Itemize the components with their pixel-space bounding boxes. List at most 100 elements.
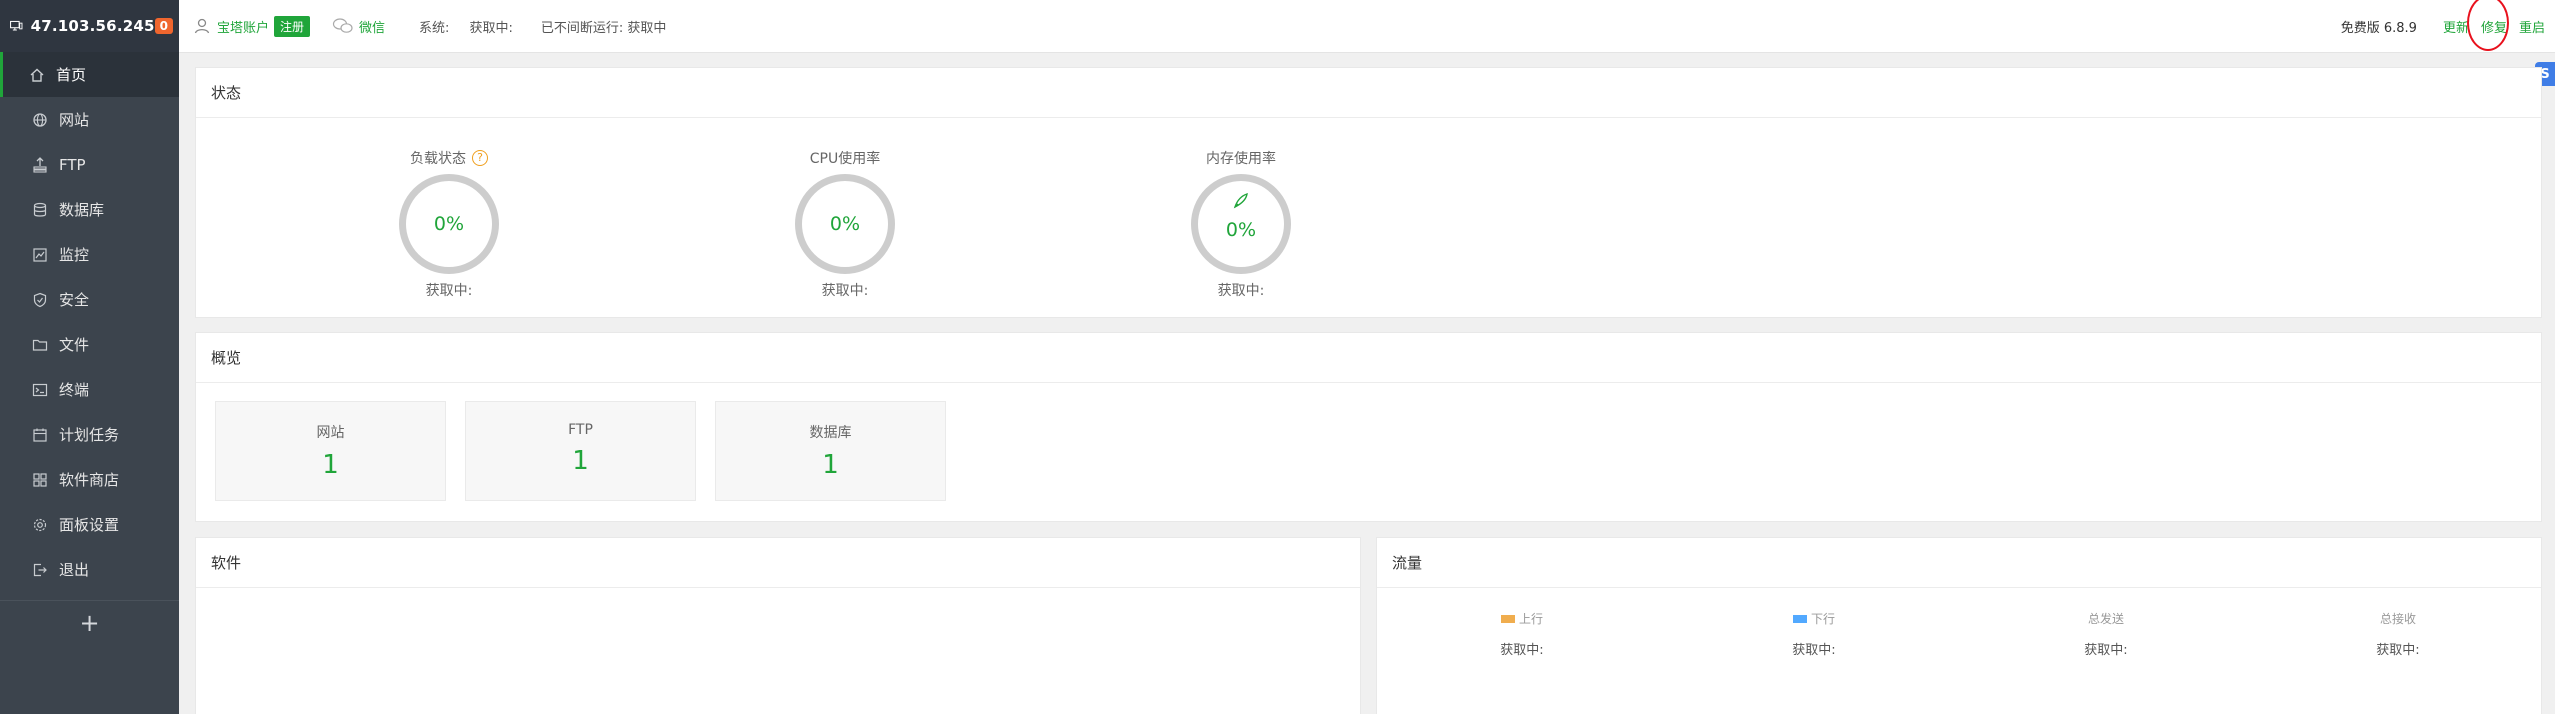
overview-card-label: FTP bbox=[568, 422, 593, 438]
traffic-title: 流量 bbox=[1377, 538, 2541, 588]
overview-card-label: 网站 bbox=[316, 425, 345, 441]
traffic-total-sent-value: 获取中: bbox=[2084, 643, 2128, 658]
traffic-download-label: 下行 bbox=[1810, 612, 1835, 626]
load-sub: 获取中: bbox=[425, 283, 473, 299]
restart-link[interactable]: 重启 bbox=[2519, 17, 2545, 36]
database-icon bbox=[31, 201, 49, 219]
home-icon bbox=[28, 66, 46, 84]
overview-card-value: 1 bbox=[572, 446, 589, 476]
sidebar-item-label: 首页 bbox=[56, 66, 87, 84]
memory-gauge[interactable]: 内存使用率 0% 获取中: bbox=[1171, 148, 1311, 300]
sidebar-item-label: 网站 bbox=[59, 111, 90, 129]
version-label: 免费版 6.8.9 bbox=[2340, 21, 2417, 36]
download-swatch bbox=[1792, 614, 1807, 623]
cpu-ring: 0% bbox=[795, 174, 895, 274]
overview-card-ftp[interactable]: FTP 1 bbox=[465, 401, 696, 501]
server-ip: 47.103.56.245 bbox=[30, 17, 155, 35]
load-label: 负载状态 bbox=[410, 151, 466, 167]
overview-card-label: 数据库 bbox=[809, 425, 852, 441]
sidebar-item-terminal[interactable]: 终端 bbox=[0, 367, 179, 412]
memory-label: 内存使用率 bbox=[1206, 151, 1276, 167]
calendar-icon bbox=[31, 426, 49, 444]
highlight-circle bbox=[2466, 0, 2509, 51]
sidebar-item-label: 文件 bbox=[59, 336, 90, 354]
register-button[interactable]: 注册 bbox=[274, 15, 311, 37]
load-gauge-header: 负载状态? bbox=[379, 148, 519, 168]
notification-badge[interactable]: 0 bbox=[154, 18, 173, 34]
sidebar-item-label: 软件商店 bbox=[59, 471, 120, 489]
sidebar-item-settings[interactable]: 面板设置 bbox=[0, 502, 179, 547]
memory-ring: 0% bbox=[1191, 174, 1291, 274]
traffic-upload-value: 获取中: bbox=[1500, 643, 1544, 658]
sidebar-item-ftp[interactable]: FTP bbox=[0, 142, 179, 187]
sidebar-item-label: 终端 bbox=[59, 381, 90, 399]
load-value: 0% bbox=[433, 213, 465, 235]
top-bar-actions: 免费版 6.8.9 更新 修复 重启 bbox=[2341, 0, 2545, 53]
software-title: 软件 bbox=[196, 538, 1360, 588]
sidebar-header: 47.103.56.245 0 bbox=[0, 0, 179, 52]
monitor-icon bbox=[10, 20, 23, 31]
uptime-text: 已不间断运行: 获取中 bbox=[540, 20, 667, 36]
traffic-total-received: 总接收 获取中: bbox=[2328, 610, 2468, 658]
traffic-total-sent-label: 总发送 bbox=[2087, 612, 2124, 626]
sidebar-item-label: 数据库 bbox=[59, 201, 105, 219]
cpu-gauge[interactable]: CPU使用率 0% 获取中: bbox=[775, 148, 915, 300]
load-gauge[interactable]: 负载状态? 0% 获取中: bbox=[379, 148, 519, 300]
monitor-chart-icon bbox=[31, 246, 49, 264]
overview-card-website[interactable]: 网站 1 bbox=[215, 401, 446, 501]
cpu-label: CPU使用率 bbox=[809, 151, 881, 167]
system-label: 系统: bbox=[419, 20, 450, 36]
sidebar-item-store[interactable]: 软件商店 bbox=[0, 457, 179, 502]
sidebar-item-monitor[interactable]: 监控 bbox=[0, 232, 179, 277]
sidebar-item-home[interactable]: 首页 bbox=[0, 52, 179, 97]
account-label: 宝塔账户 bbox=[217, 20, 270, 36]
system-value: 获取中: bbox=[469, 20, 513, 36]
traffic-panel: 流量 上行 获取中: 下行 获取中: 总发送 获取中: 总接收 获取中: bbox=[1376, 537, 2542, 714]
sidebar-item-label: 监控 bbox=[59, 246, 90, 264]
help-icon[interactable]: ? bbox=[472, 150, 488, 166]
status-panel: 状态 负载状态? 0% 获取中: CPU使用率 0% 获取中: 内存使用率 0%… bbox=[195, 67, 2542, 318]
globe-icon bbox=[31, 111, 49, 129]
memory-value: 0% bbox=[1225, 219, 1257, 241]
gear-icon bbox=[31, 516, 49, 534]
folder-icon bbox=[31, 336, 49, 354]
traffic-upload-label: 上行 bbox=[1518, 612, 1543, 626]
top-bar: 宝塔账户 注册 微信 系统: 获取中: 已不间断运行: 获取中 免费版 6.8.… bbox=[179, 0, 2555, 53]
sidebar-nav: 首页 网站 FTP 数据库 监控 安全 文件 终端 计划任务 软件商店 面板设置… bbox=[0, 52, 179, 592]
sidebar-item-website[interactable]: 网站 bbox=[0, 97, 179, 142]
status-title: 状态 bbox=[196, 68, 2541, 118]
sidebar-item-label: 安全 bbox=[59, 291, 90, 309]
ftp-icon bbox=[31, 156, 49, 174]
wechat-icon bbox=[332, 18, 353, 33]
repair-link[interactable]: 修复 bbox=[2466, 0, 2509, 51]
traffic-total-received-label: 总接收 bbox=[2379, 612, 2416, 626]
overview-card-value: 1 bbox=[322, 450, 339, 480]
sidebar-item-security[interactable]: 安全 bbox=[0, 277, 179, 322]
wechat-link[interactable]: 微信 bbox=[332, 17, 385, 36]
overview-card-value: 1 bbox=[822, 450, 839, 480]
update-link[interactable]: 更新 bbox=[2443, 17, 2469, 36]
apps-icon bbox=[31, 471, 49, 489]
sidebar-item-logout[interactable]: 退出 bbox=[0, 547, 179, 592]
rocket-icon[interactable] bbox=[1231, 191, 1251, 211]
memory-sub: 获取中: bbox=[1217, 283, 1265, 299]
overview-card-database[interactable]: 数据库 1 bbox=[715, 401, 946, 501]
software-panel: 软件 bbox=[195, 537, 1361, 714]
sidebar: 47.103.56.245 0 首页 网站 FTP 数据库 监控 安全 文件 终… bbox=[0, 0, 179, 714]
sidebar-item-files[interactable]: 文件 bbox=[0, 322, 179, 367]
traffic-download-value: 获取中: bbox=[1792, 643, 1836, 658]
add-shortcut-button[interactable]: + bbox=[0, 600, 179, 644]
cpu-sub: 获取中: bbox=[821, 283, 869, 299]
cpu-value: 0% bbox=[829, 213, 861, 235]
sidebar-item-database[interactable]: 数据库 bbox=[0, 187, 179, 232]
overview-title: 概览 bbox=[196, 333, 2541, 383]
terminal-icon bbox=[31, 381, 49, 399]
sidebar-item-cron[interactable]: 计划任务 bbox=[0, 412, 179, 457]
sidebar-item-label: 计划任务 bbox=[59, 426, 120, 444]
sidebar-item-label: FTP bbox=[59, 155, 86, 174]
account-link[interactable]: 宝塔账户 bbox=[193, 17, 269, 36]
wechat-label: 微信 bbox=[359, 20, 386, 36]
sidebar-item-label: 面板设置 bbox=[59, 516, 120, 534]
traffic-upload-header: 上行 bbox=[1452, 610, 1592, 627]
traffic-total-received-value: 获取中: bbox=[2376, 643, 2420, 658]
